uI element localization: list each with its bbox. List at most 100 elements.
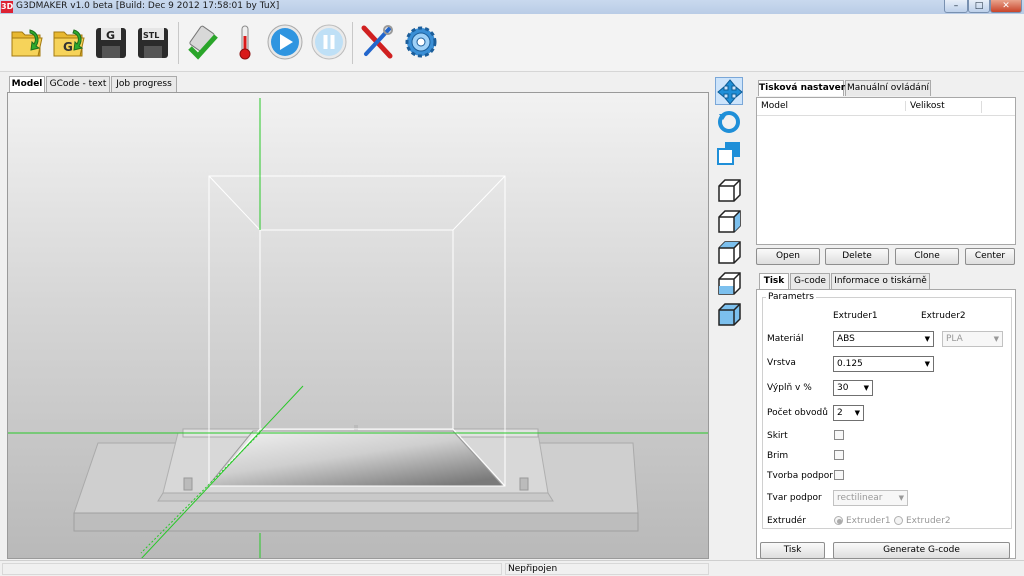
column-header-model[interactable]: Model (761, 101, 788, 111)
toolbar: G G STL (0, 14, 1024, 72)
rotate-tool-button[interactable] (715, 108, 743, 136)
window-title: G3DMAKER v1.0 beta [Build: Dec 9 2012 17… (16, 1, 280, 11)
material-value-2: PLA (946, 334, 963, 344)
parameters-group-title: Parametrs (766, 292, 816, 302)
scale-icon (717, 142, 740, 165)
cube-bottom-icon (718, 272, 741, 295)
cube-full-icon (718, 303, 741, 326)
temperature-button[interactable] (226, 22, 264, 62)
pause-icon (311, 24, 347, 60)
tab-manual-control[interactable]: Manuální ovládání (845, 80, 931, 96)
floppy-g-icon: G (96, 28, 126, 58)
brim-label: Brim (767, 451, 789, 461)
print-button[interactable]: Tisk (760, 542, 825, 559)
extruder1-header: Extruder1 (833, 311, 878, 321)
save-gcode-button[interactable]: G (92, 22, 130, 62)
brim-checkbox[interactable] (834, 450, 844, 460)
save-stl-button[interactable]: STL (134, 22, 172, 62)
material-select-extruder2[interactable]: PLA ▼ (942, 331, 1003, 347)
material-value-1: ABS (837, 334, 855, 344)
status-segment-middle (505, 563, 709, 575)
close-button[interactable]: ✕ (990, 0, 1022, 13)
table-header: Model Velikost (757, 98, 1015, 116)
clone-button[interactable]: Clone (895, 248, 959, 265)
folder-gcode-icon: G (53, 29, 85, 57)
start-print-button[interactable] (266, 22, 304, 62)
extruder1-radio-label: Extruder1 (846, 516, 891, 526)
extruder-label: Extrudér (767, 516, 806, 526)
infill-value: 30 (837, 383, 849, 393)
view-perspective-button[interactable] (715, 301, 743, 329)
3d-viewport[interactable] (7, 92, 709, 559)
thermometer-icon (239, 25, 251, 60)
title-bar: 3D G3DMAKER v1.0 beta [Build: Dec 9 2012… (0, 0, 1024, 14)
tab-gcode[interactable]: G-code (790, 273, 830, 289)
generate-gcode-button[interactable]: Generate G-code (833, 542, 1010, 559)
svg-text:STL: STL (143, 31, 159, 40)
extruder1-radio[interactable] (834, 516, 843, 525)
minimize-button[interactable]: – (944, 0, 968, 13)
column-header-size[interactable]: Velikost (905, 101, 945, 111)
material-select-extruder1[interactable]: ABS ▼ (833, 331, 934, 347)
tab-gcode-text[interactable]: GCode - text (46, 76, 110, 92)
rotate-icon (718, 111, 740, 133)
open-gcode-button[interactable]: G (50, 22, 88, 62)
move-tool-button[interactable] (715, 77, 743, 105)
printer-scene (8, 98, 708, 558)
toolbar-separator (352, 22, 353, 64)
chevron-down-icon: ▼ (924, 360, 930, 368)
material-label: Materiál (767, 334, 804, 344)
open-button[interactable]: Open (756, 248, 820, 265)
view-tools-column (712, 74, 748, 559)
perimeters-select[interactable]: 2 ▼ (833, 405, 864, 421)
delete-button[interactable]: Delete (825, 248, 889, 265)
center-button[interactable]: Center (965, 248, 1015, 265)
perimeters-label: Počet obvodů (767, 408, 828, 418)
screwdriver-wrench-icon (361, 25, 393, 59)
extruder2-radio[interactable] (894, 516, 903, 525)
floppy-stl-icon: STL (138, 28, 168, 58)
folder-arrow-icon (11, 29, 43, 57)
view-front-button[interactable] (715, 177, 743, 205)
chevron-down-icon: ▼ (993, 335, 999, 343)
tab-job-progress[interactable]: Job progress (111, 76, 177, 92)
move-arrows-icon (717, 79, 743, 105)
svg-text:G: G (106, 29, 115, 42)
chevron-down-icon: ▼ (924, 335, 930, 343)
pause-button[interactable] (310, 22, 348, 62)
cube-top-icon (718, 241, 741, 264)
maximize-button[interactable]: □ (968, 0, 990, 13)
infill-select[interactable]: 30 ▼ (833, 380, 873, 396)
perimeters-value: 2 (837, 408, 843, 418)
toolbar-separator (178, 22, 179, 64)
tab-print-settings[interactable]: Tisková nastavení (758, 80, 850, 96)
layer-label: Vrstva (767, 358, 796, 368)
open-model-button[interactable] (8, 22, 46, 62)
column-divider (981, 101, 982, 113)
tab-model[interactable]: Model (9, 76, 45, 93)
chevron-down-icon: ▼ (854, 409, 860, 417)
play-icon (267, 24, 303, 60)
gear-icon (405, 26, 437, 58)
layer-height-select[interactable]: 0.125 ▼ (833, 356, 934, 372)
skirt-checkbox[interactable] (834, 430, 844, 440)
status-bar: Nepřipojen (0, 560, 1024, 576)
settings-button[interactable] (402, 22, 440, 62)
support-checkbox[interactable] (834, 470, 844, 480)
support-shape-value: rectilinear (837, 493, 883, 503)
extruder2-radio-label: Extruder2 (906, 516, 951, 526)
connect-button[interactable] (184, 22, 222, 62)
tab-tisk[interactable]: Tisk (759, 273, 789, 289)
scale-tool-button[interactable] (715, 139, 743, 167)
tools-button[interactable] (358, 22, 396, 62)
skirt-label: Skirt (767, 431, 788, 441)
view-side-button[interactable] (715, 208, 743, 236)
view-top-button[interactable] (715, 239, 743, 267)
tab-printer-info[interactable]: Informace o tiskárně (831, 273, 930, 289)
support-shape-select[interactable]: rectilinear ▼ (833, 490, 908, 506)
infill-label: Výplň v % (767, 383, 812, 393)
layer-value: 0.125 (837, 359, 863, 369)
chevron-down-icon: ▼ (863, 384, 869, 392)
view-bottom-button[interactable] (715, 270, 743, 298)
model-table[interactable]: Model Velikost (756, 97, 1016, 245)
